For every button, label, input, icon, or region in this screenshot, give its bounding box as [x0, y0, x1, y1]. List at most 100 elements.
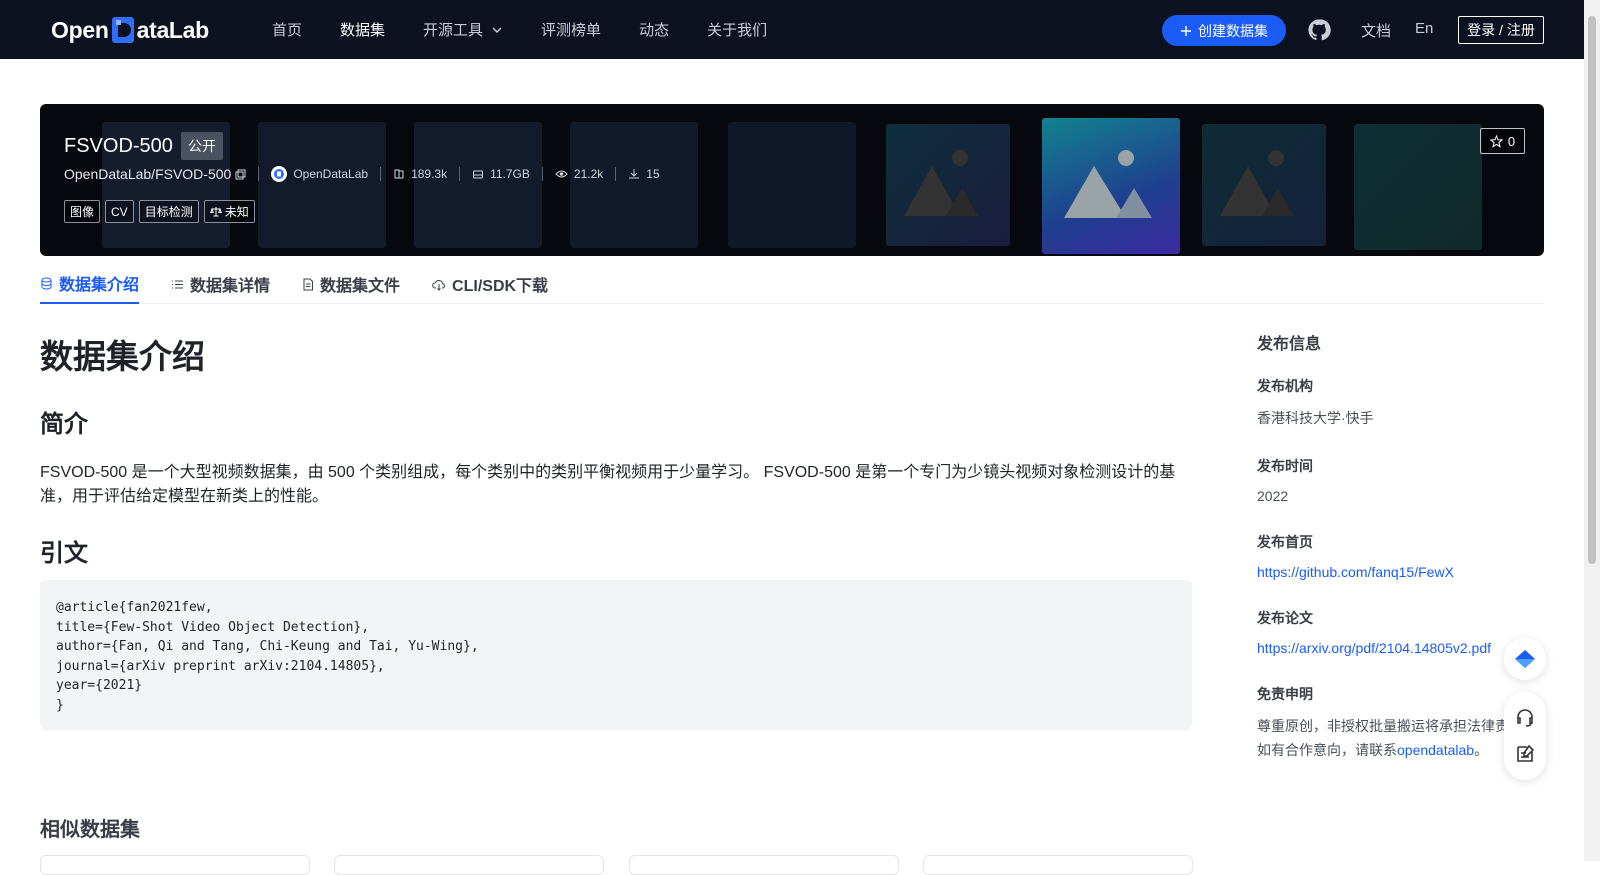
- download-icon: [629, 169, 640, 179]
- logo-text-open: Open: [51, 16, 109, 43]
- download-count: 15: [628, 167, 660, 181]
- opendatalab-logo[interactable]: Open ataLab: [51, 14, 209, 46]
- database-icon: [41, 277, 52, 289]
- contact-link[interactable]: opendatalab: [1397, 742, 1474, 758]
- publish-info-panel: 发布信息 发布机构 香港科技大学·快手 发布时间 2022 发布首页 https…: [1257, 330, 1547, 760]
- file-count: 189.3k: [393, 167, 447, 181]
- list-icon: [172, 280, 184, 288]
- file-icon: [303, 278, 314, 290]
- plus-icon: [1181, 25, 1191, 36]
- headset-icon[interactable]: [1514, 707, 1536, 729]
- tab-cli-sdk-label: CLI/SDK下载: [452, 278, 549, 295]
- scale-icon: [209, 207, 222, 217]
- divider: [615, 167, 617, 181]
- tag-list: 图像 CV 目标检测 未知: [64, 200, 255, 223]
- tab-files[interactable]: 数据集文件: [302, 264, 400, 304]
- create-dataset-label: 创建数据集: [1198, 22, 1268, 39]
- nav-news[interactable]: 动态: [639, 19, 669, 40]
- intro-paragraph: FSVOD-500 是一个大型视频数据集，由 500 个类别组成，每个类别中的类…: [40, 464, 1176, 505]
- tab-details-label: 数据集详情: [190, 278, 271, 295]
- star-button[interactable]: 0: [1480, 128, 1525, 154]
- nav-leaderboard-label: 评测榜单: [541, 22, 602, 39]
- similar-dataset-card[interactable]: [923, 855, 1193, 875]
- nav-docs-link[interactable]: 文档: [1361, 20, 1391, 41]
- page-scrollbar[interactable]: [1584, 0, 1600, 861]
- similar-dataset-card[interactable]: [629, 855, 899, 875]
- files-icon: [394, 169, 404, 179]
- floating-toolbar: [1504, 692, 1546, 780]
- nav-about[interactable]: 关于我们: [707, 19, 767, 40]
- chevron-down-icon: [492, 27, 502, 33]
- page-title: 数据集介绍: [40, 338, 205, 375]
- tag-item[interactable]: 图像: [64, 200, 101, 223]
- nav-datasets-label: 数据集: [340, 22, 386, 39]
- copy-icon[interactable]: [235, 169, 246, 180]
- language-switch[interactable]: En: [1415, 20, 1433, 37]
- tab-details[interactable]: 数据集详情: [171, 264, 270, 304]
- intro-heading: 简介: [40, 411, 88, 438]
- similar-dataset-card[interactable]: [40, 855, 310, 875]
- main-menu: 首页 数据集 开源工具 评测榜单 动态 关于我们: [272, 0, 805, 59]
- banner-thumbnail: [414, 122, 542, 248]
- nav-tools[interactable]: 开源工具: [423, 19, 503, 40]
- create-dataset-button[interactable]: 创建数据集: [1162, 15, 1286, 46]
- scrollbar-thumb[interactable]: [1588, 16, 1596, 564]
- login-register-button[interactable]: 登录 / 注册: [1458, 16, 1544, 44]
- dataset-size: 11.7GB: [472, 167, 530, 181]
- disclaimer-contact-text: 如有合作意向，请联系: [1257, 742, 1397, 758]
- repo-path[interactable]: OpenDataLab/FSVOD-500: [64, 166, 246, 182]
- tag-item[interactable]: 目标检测: [138, 200, 199, 223]
- disk-icon: [473, 170, 484, 179]
- top-nav: Open ataLab 首页 数据集 开源工具 评测榜单 动态 关于我们 创建数…: [0, 0, 1584, 59]
- visibility-badge: 公开: [180, 132, 223, 160]
- dataset-name: FSVOD-500: [64, 134, 173, 157]
- view-count: 21.2k: [555, 167, 603, 181]
- eye-icon: [555, 170, 568, 178]
- dataset-size-value: 11.7GB: [490, 167, 530, 181]
- image-placeholder-icon: [886, 124, 1010, 246]
- homepage-link[interactable]: https://github.com/fanq15/FewX: [1257, 564, 1547, 580]
- license-tag[interactable]: 未知: [203, 200, 255, 223]
- github-icon[interactable]: [1307, 18, 1331, 42]
- citation-heading: 引文: [40, 540, 88, 567]
- disclaimer-text: 尊重原创，非授权批量搬运将承担法律责: [1257, 718, 1509, 734]
- view-count-value: 21.2k: [573, 167, 604, 181]
- org-logo-icon: [271, 166, 288, 182]
- similar-dataset-card[interactable]: [334, 855, 604, 875]
- tab-intro[interactable]: 数据集介绍: [40, 264, 140, 304]
- nav-tools-label: 开源工具: [423, 22, 484, 39]
- banner-thumbnail: [570, 122, 698, 248]
- dataset-banner: FSVOD-500 公开 OpenDataLab/FSVOD-500 OpenD…: [40, 104, 1544, 256]
- publisher[interactable]: OpenDataLab: [271, 166, 368, 182]
- nav-leaderboard[interactable]: 评测榜单: [541, 19, 601, 40]
- image-placeholder-icon: [1042, 118, 1180, 254]
- citation-code-block: @article{fan2021few, title={Few-Shot Vid…: [40, 580, 1192, 730]
- dataset-title-row: FSVOD-500 公开: [64, 132, 223, 160]
- divider: [380, 167, 382, 181]
- nav-datasets[interactable]: 数据集: [340, 19, 385, 40]
- paper-plane-icon: [1515, 650, 1535, 668]
- publish-time-value: 2022: [1257, 488, 1289, 504]
- file-count-value: 189.3k: [411, 167, 448, 181]
- repo-path-text: OpenDataLab/FSVOD-500: [64, 166, 232, 182]
- logo-text-datalab: ataLab: [136, 16, 210, 43]
- disclaimer-period: 。: [1474, 742, 1489, 758]
- nav-home[interactable]: 首页: [272, 19, 302, 40]
- tab-files-label: 数据集文件: [320, 278, 401, 295]
- banner-thumbnail: [258, 122, 386, 248]
- dataset-intro-section: 数据集介绍 简介 FSVOD-500 是一个大型视频数据集，由 500 个类别组…: [40, 320, 1192, 568]
- dataset-meta: OpenDataLab/FSVOD-500 OpenDataLab 189.3k…: [64, 166, 660, 182]
- homepage-label: 发布首页: [1257, 534, 1313, 550]
- similar-datasets-heading: 相似数据集: [40, 819, 140, 841]
- banner-thumbnail: [1354, 124, 1482, 250]
- tab-cli-sdk[interactable]: CLI/SDK下载: [432, 264, 548, 304]
- feedback-icon[interactable]: [1514, 743, 1536, 765]
- cloud-download-icon: [432, 279, 445, 291]
- publish-time-label: 发布时间: [1257, 458, 1313, 474]
- dataset-tabs: 数据集介绍 数据集详情 数据集文件 CLI/SDK下载: [40, 264, 1544, 304]
- publisher-label: 发布机构: [1257, 378, 1313, 394]
- publish-info-heading: 发布信息: [1257, 336, 1322, 353]
- publisher-name: OpenDataLab: [293, 167, 369, 181]
- feishu-button[interactable]: [1504, 638, 1546, 680]
- tag-item[interactable]: CV: [105, 200, 134, 223]
